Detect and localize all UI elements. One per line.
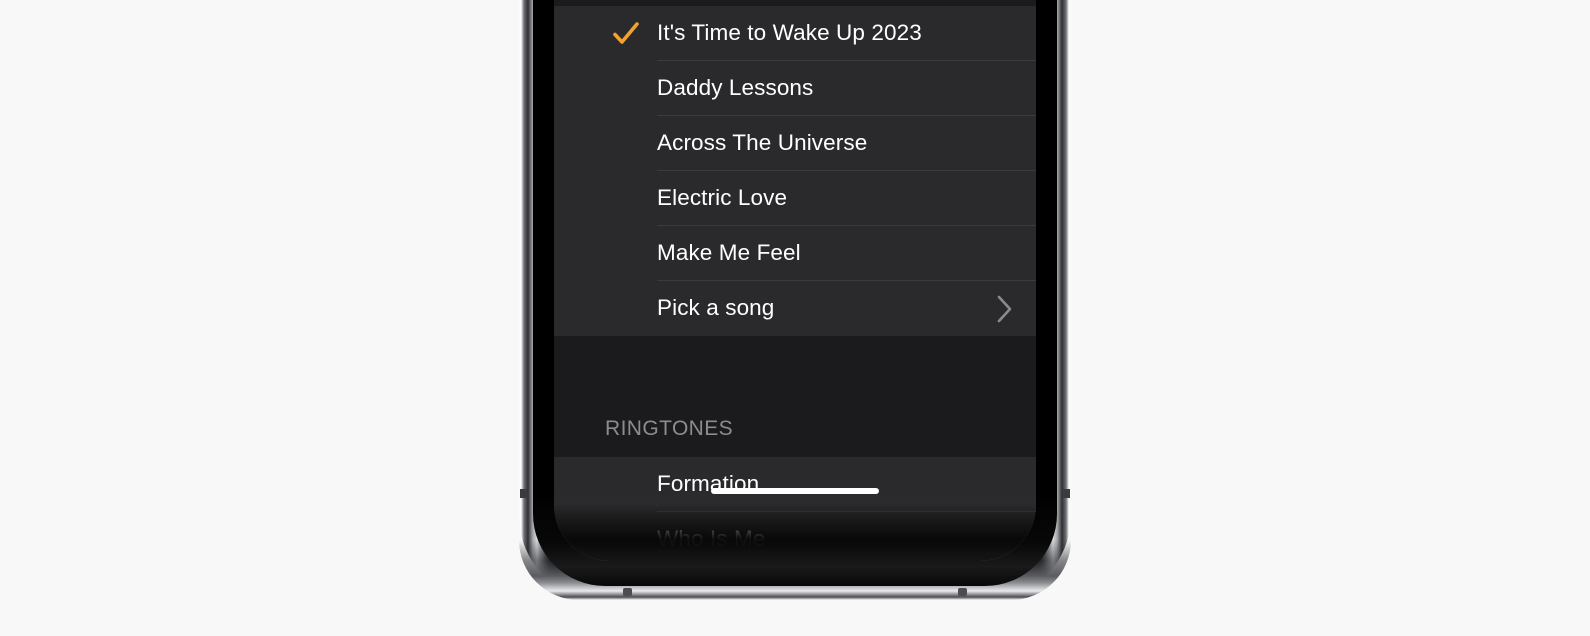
list-item[interactable]: Who Is Me <box>554 512 1036 561</box>
ringtone-list[interactable]: SONGS It's Time to Wake Up 2023 Daddy Le… <box>554 0 1036 561</box>
home-indicator[interactable] <box>711 488 879 494</box>
list-item[interactable]: Daddy Lessons <box>554 61 1036 116</box>
ringtones-group: Formation Who Is Me <box>554 457 1036 561</box>
list-item[interactable]: Formation <box>554 457 1036 512</box>
checkmark-icon <box>612 20 640 48</box>
list-item-label: Make Me Feel <box>657 240 801 266</box>
list-item-label: Who Is Me <box>657 526 766 552</box>
list-item-label: It's Time to Wake Up 2023 <box>657 20 922 46</box>
section-header-ringtones: RINGTONES <box>554 365 1036 457</box>
device-screen: SONGS It's Time to Wake Up 2023 Daddy Le… <box>554 0 1036 561</box>
list-item[interactable]: Make Me Feel <box>554 226 1036 281</box>
list-item-label: Across The Universe <box>657 130 868 156</box>
list-item[interactable]: Across The Universe <box>554 116 1036 171</box>
antenna-line-bottom-right <box>958 588 967 596</box>
antenna-line-left <box>520 489 527 498</box>
list-item-label: Daddy Lessons <box>657 75 814 101</box>
section-gap <box>554 336 1036 365</box>
list-item[interactable]: Electric Love <box>554 171 1036 226</box>
chevron-right-icon <box>996 294 1014 324</box>
antenna-line-right <box>1063 489 1070 498</box>
pick-a-song-item[interactable]: Pick a song <box>554 281 1036 336</box>
list-item-label: Pick a song <box>657 295 775 321</box>
list-item[interactable]: It's Time to Wake Up 2023 <box>554 6 1036 61</box>
list-item-label: Electric Love <box>657 185 788 211</box>
antenna-line-bottom-left <box>623 588 632 596</box>
iphone-device: SONGS It's Time to Wake Up 2023 Daddy Le… <box>519 0 1071 600</box>
songs-group: It's Time to Wake Up 2023 Daddy Lessons … <box>554 6 1036 336</box>
